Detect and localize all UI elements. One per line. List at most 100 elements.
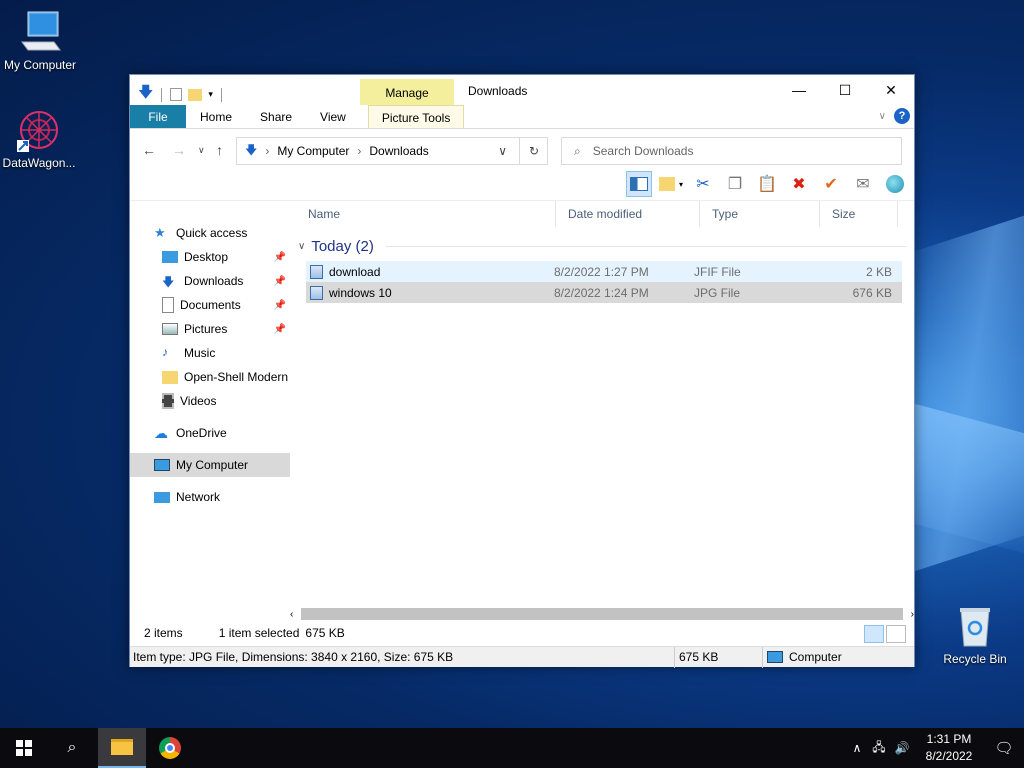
address-history-chevron-icon[interactable]: ∨ [498, 144, 507, 158]
refresh-button[interactable]: ↻ [519, 137, 548, 165]
nav-open-shell-modern[interactable]: Open-Shell Modern [130, 365, 290, 389]
nav-videos[interactable]: Videos [130, 389, 290, 413]
computer-icon [16, 8, 64, 56]
maximize-button[interactable]: ☐ [822, 75, 868, 105]
selection-count: 1 item selected [218, 626, 300, 640]
tab-view[interactable]: View [306, 105, 360, 128]
nav-downloads[interactable]: 🡇 Downloads 📌 [130, 269, 290, 293]
scrollbar-thumb[interactable] [301, 608, 903, 620]
back-arrow-icon[interactable]: ← [142, 142, 156, 158]
scroll-left-icon[interactable]: ‹ [290, 609, 293, 620]
item-count: 2 items [144, 626, 183, 640]
nav-music[interactable]: ♪ Music [130, 341, 290, 365]
breadcrumb-separator-icon: › [357, 144, 362, 158]
table-row[interactable]: download 8/2/2022 1:27 PM JFIF File 2 KB [306, 261, 902, 282]
search-icon: ⌕ [574, 143, 581, 158]
tab-share[interactable]: Share [246, 105, 306, 128]
selection-size: 675 KB [305, 626, 345, 640]
help-icon[interactable]: ? [894, 108, 910, 124]
breadcrumb-my-computer[interactable]: My Computer [277, 144, 349, 158]
up-arrow-icon[interactable]: ↑ [216, 142, 223, 158]
column-header-type[interactable]: Type [700, 200, 820, 227]
tab-manage[interactable]: Manage [360, 79, 454, 105]
horizontal-scrollbar[interactable]: ‹ › [290, 606, 914, 622]
copy-button[interactable]: ❐ [722, 171, 748, 197]
forward-arrow-icon[interactable]: → [172, 142, 186, 158]
navigation-pane-button[interactable] [626, 171, 652, 197]
file-list: Name Date modified Type Size ∨ Today (2)… [296, 200, 914, 606]
film-strip-icon [162, 393, 174, 409]
desktop-icon-datawagon[interactable]: DataWagon... [0, 106, 81, 170]
nav-documents[interactable]: Documents 📌 [130, 293, 290, 317]
copy-icon: ❐ [727, 176, 743, 193]
network-icon[interactable]: 🖧 [868, 738, 890, 759]
customize-qat-chevron-icon[interactable]: ▾ [208, 89, 213, 100]
nav-pictures[interactable]: Pictures 📌 [130, 317, 290, 341]
minimize-button[interactable]: — [776, 75, 822, 105]
tab-home[interactable]: Home [186, 105, 246, 128]
address-row: ← → ∨ ↑ 🡇 › My Computer › Downloads ∨ ↻ … [130, 129, 914, 169]
group-header-today[interactable]: ∨ Today (2) [298, 237, 914, 255]
view-icon [658, 177, 675, 191]
address-bar[interactable]: 🡇 › My Computer › Downloads ∨ [236, 137, 548, 165]
taskbar-chrome[interactable] [146, 728, 194, 768]
pin-icon: 📌 [273, 251, 286, 263]
delete-button[interactable]: ✖ [786, 171, 812, 197]
tab-picture-tools[interactable]: Picture Tools [367, 105, 465, 128]
computer-icon [154, 459, 170, 471]
start-button[interactable] [0, 728, 48, 768]
downloads-arrow-icon: 🡇 [138, 84, 154, 101]
image-file-icon [310, 264, 323, 279]
search-input[interactable]: ⌕ Search Downloads [561, 137, 902, 165]
show-hidden-icons-chevron-icon[interactable]: ∧ [846, 741, 868, 755]
desktop-icon-label: Recycle Bin [943, 652, 1007, 666]
breadcrumb-downloads[interactable]: Downloads [369, 144, 428, 158]
column-headers: Name Date modified Type Size [296, 200, 914, 227]
network-icon [154, 491, 170, 503]
scroll-right-icon[interactable]: › [911, 609, 914, 620]
quick-access-toolbar: 🡇 ▾ [138, 82, 224, 107]
nav-my-computer[interactable]: My Computer [130, 453, 290, 477]
system-tray: ∧ 🖧 🔊 1:31 PM 8/2/2022 🗨 [846, 728, 1024, 768]
column-header-date[interactable]: Date modified [556, 200, 700, 227]
desktop-icon-recycle-bin[interactable]: Recycle Bin [933, 602, 1017, 666]
search-button[interactable]: ⌕ [48, 728, 96, 768]
windows-logo-icon [16, 740, 32, 756]
details-view-button[interactable] [864, 625, 884, 643]
item-details: Item type: JPG File, Dimensions: 3840 x … [130, 646, 675, 668]
tab-file[interactable]: File [130, 105, 186, 128]
taskbar-file-explorer[interactable] [98, 728, 146, 768]
table-row[interactable]: windows 10 8/2/2022 1:24 PM JPG File 676… [306, 282, 902, 303]
breadcrumb-separator-icon: › [265, 144, 270, 158]
clock[interactable]: 1:31 PM 8/2/2022 [914, 731, 984, 765]
expand-ribbon-chevron-icon[interactable]: ∨ [879, 111, 886, 122]
checkmark-icon: ✔ [824, 176, 838, 193]
delete-x-icon: ✖ [792, 176, 806, 193]
settings-button[interactable] [882, 171, 908, 197]
properties-button[interactable]: ✔ [818, 171, 844, 197]
large-icons-view-button[interactable] [886, 625, 906, 643]
email-button[interactable]: ✉ [850, 171, 876, 197]
paste-button[interactable]: 📋 [754, 171, 780, 197]
view-menu-button[interactable]: ▾ [658, 171, 684, 197]
details-location: Computer [789, 650, 842, 664]
window-title: Downloads [468, 84, 528, 98]
nav-desktop[interactable]: Desktop 📌 [130, 245, 290, 269]
column-header-size[interactable]: Size [820, 200, 898, 227]
close-button[interactable]: ✕ [868, 75, 914, 105]
pin-icon: 📌 [273, 275, 286, 287]
new-folder-icon[interactable] [188, 88, 203, 101]
desktop-icon-my-computer[interactable]: My Computer [0, 8, 82, 72]
recent-locations-chevron-icon[interactable]: ∨ [198, 145, 205, 156]
downloads-arrow-icon: 🡇 [162, 275, 175, 289]
properties-icon[interactable] [170, 88, 183, 101]
nav-onedrive[interactable]: ☁ OneDrive [130, 421, 290, 445]
volume-icon[interactable]: 🔊 [890, 741, 914, 755]
column-header-name[interactable]: Name [296, 200, 556, 227]
notifications-icon[interactable]: 🗨 [984, 739, 1024, 757]
cut-button[interactable]: ✂ [690, 171, 716, 197]
nav-network[interactable]: Network [130, 485, 290, 509]
envelope-icon: ✉ [856, 176, 870, 193]
ribbon-tabs: File Home Share View Picture Tools ∨ ? [130, 105, 914, 129]
nav-quick-access[interactable]: ★ Quick access [130, 221, 290, 245]
